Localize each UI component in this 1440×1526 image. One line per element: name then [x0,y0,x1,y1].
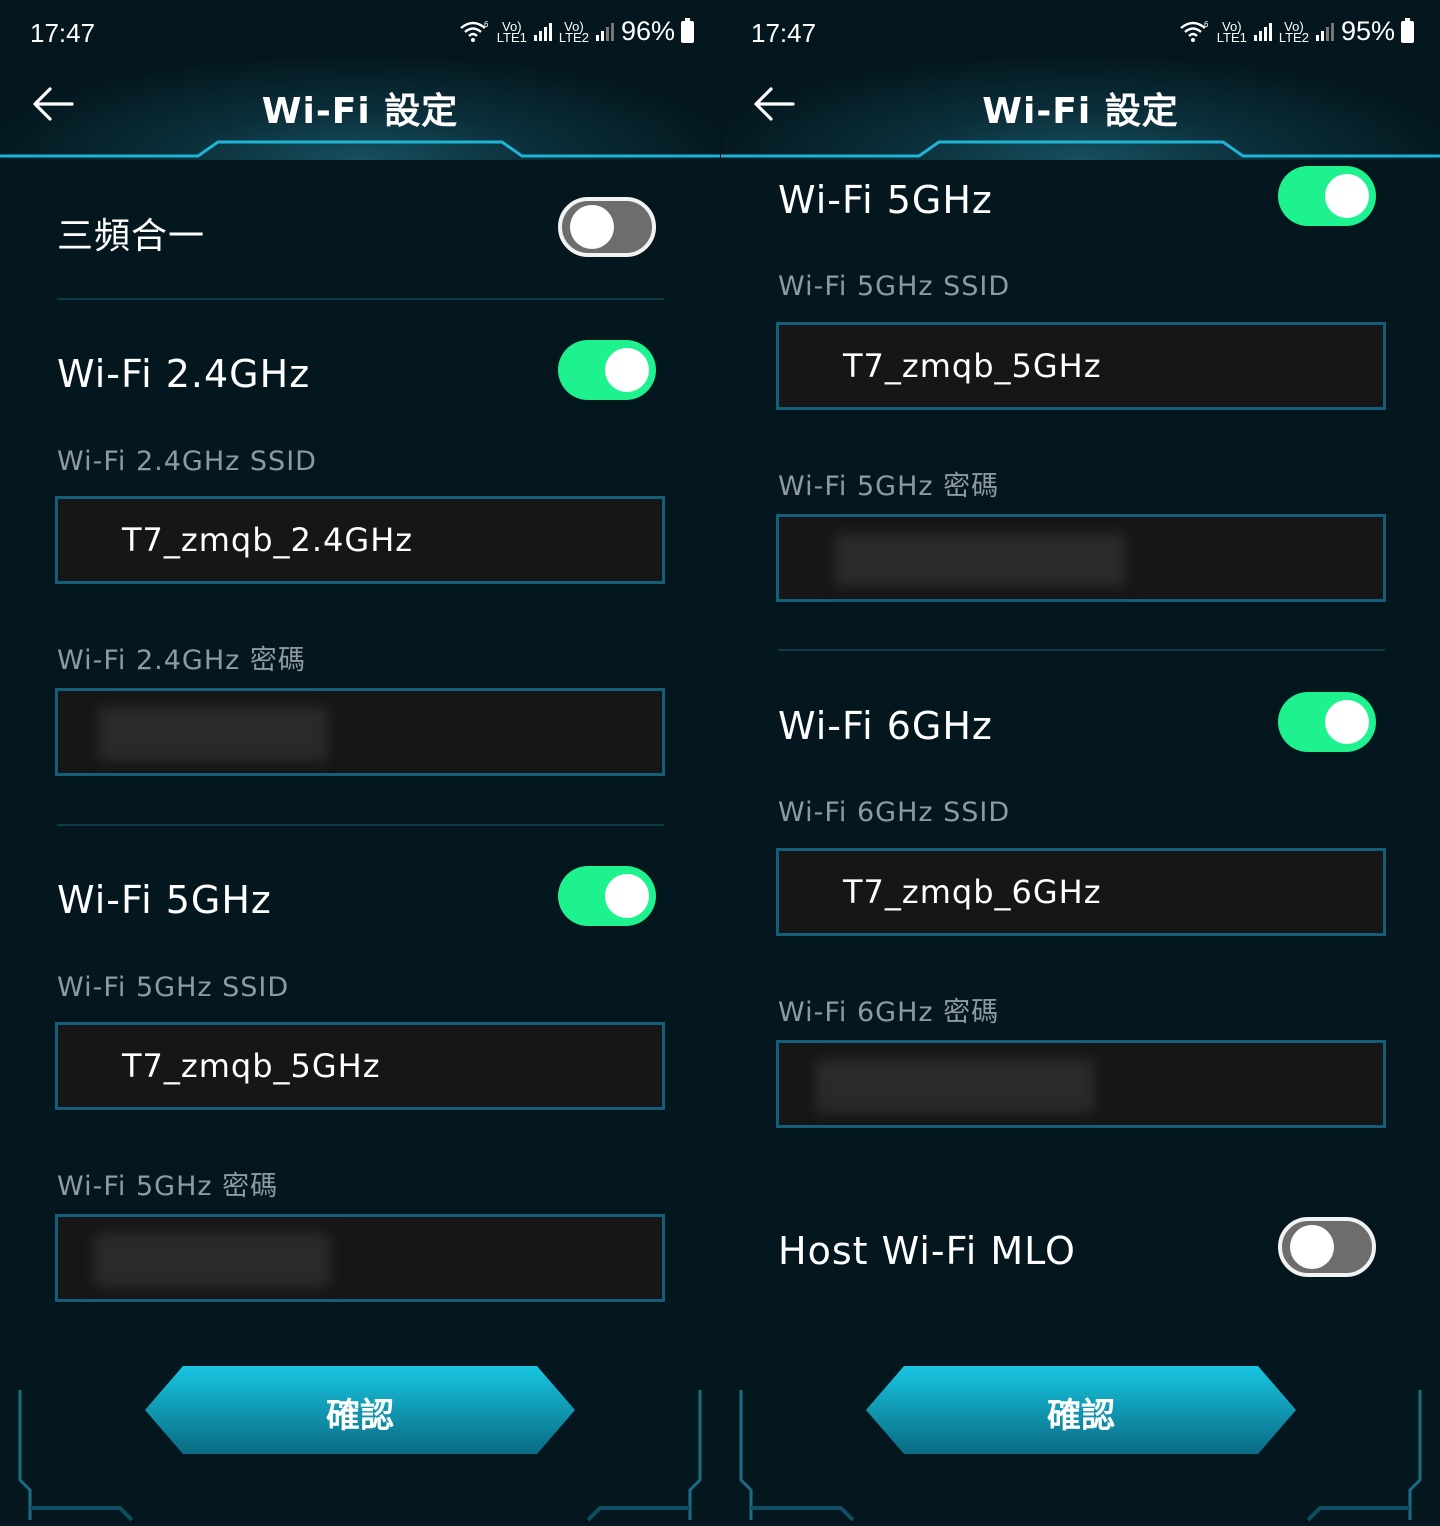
mlo-toggle[interactable] [1278,1217,1376,1277]
battery-percent: 96% [620,16,675,46]
wifi-24-password-input[interactable] [55,688,665,776]
app-header: Wi-Fi 設定 [0,60,720,160]
status-time: 17:47 [751,18,817,48]
tri-band-row: 三頻合一 [57,197,656,267]
wifi-5-label: Wi-Fi 5GHz [778,178,993,222]
svg-text:6: 6 [484,20,489,29]
header-divider [0,140,720,158]
wifi-24-ssid-label: Wi-Fi 2.4GHz SSID [57,446,317,477]
signal-icon [533,22,552,41]
volte-1-indicator: Vo) LTE1 [496,18,527,45]
wifi-5-toggle[interactable] [1278,166,1376,226]
wifi-5-password-input[interactable] [776,514,1386,602]
wifi-24-password-label: Wi-Fi 2.4GHz 密碼 [57,645,306,676]
wifi-6-toggle[interactable] [1278,692,1376,752]
wifi-5-toggle[interactable] [558,866,656,926]
battery-icon [1401,17,1414,43]
screen-right: 17:47 6 Vo) LTE1 Vo) LTE2 95% Wi-Fi 設定 W… [721,0,1440,1526]
wifi-24-label: Wi-Fi 2.4GHz [57,352,311,396]
confirm-button[interactable]: 確認 [145,1366,575,1454]
tri-band-label: 三頻合一 [57,216,206,257]
wifi-5-row: Wi-Fi 5GHz [57,866,656,936]
wifi-24-ssid-input[interactable]: T7_zmqb_2.4GHz [55,496,665,584]
wifi-5-ssid-input[interactable]: T7_zmqb_5GHz [55,1022,665,1110]
wifi-6-icon: 6 [1179,20,1209,42]
wifi-24-row: Wi-Fi 2.4GHz [57,340,656,410]
divider [57,824,664,826]
confirm-label: 確認 [1047,1396,1115,1436]
svg-text:6: 6 [1204,20,1209,29]
wifi-6-ssid-value: T7_zmqb_6GHz [843,873,1102,911]
wifi-5-ssid-input[interactable]: T7_zmqb_5GHz [776,322,1386,410]
volte-1-indicator: Vo) LTE1 [1216,18,1247,45]
wifi-24-toggle[interactable] [558,340,656,400]
divider [778,649,1385,651]
signal-icon [595,22,614,41]
wifi-6-label: Wi-Fi 6GHz [778,704,993,748]
page-title: Wi-Fi 設定 [982,91,1179,132]
mlo-row: Host Wi-Fi MLO [778,1217,1376,1287]
mlo-label: Host Wi-Fi MLO [778,1229,1076,1273]
wifi-5-password-label: Wi-Fi 5GHz 密碼 [57,1171,279,1202]
confirm-label: 確認 [326,1396,394,1436]
redacted-password [94,1233,330,1287]
confirm-button[interactable]: 確認 [866,1366,1296,1454]
wifi-6-password-label: Wi-Fi 6GHz 密碼 [778,997,1000,1028]
wifi-6-password-input[interactable] [776,1040,1386,1128]
divider [57,298,664,300]
volte-2-indicator: Vo) LTE2 [558,18,589,45]
status-icons: 6 Vo) LTE1 Vo) LTE2 95% [1179,16,1414,47]
wifi-5-ssid-label: Wi-Fi 5GHz SSID [778,271,1011,302]
redacted-password [98,707,328,761]
wifi-5-ssid-value: T7_zmqb_5GHz [843,347,1102,385]
wifi-6-icon: 6 [459,20,489,42]
wifi-6-ssid-input[interactable]: T7_zmqb_6GHz [776,848,1386,936]
signal-icon [1315,22,1334,41]
status-time: 17:47 [30,18,96,48]
screen-left: 17:47 6 Vo) LTE1 Vo) LTE2 96% Wi-Fi 設定 三… [0,0,720,1526]
battery-percent: 95% [1340,16,1395,46]
header-divider [721,140,1440,158]
wifi-5-ssid-label: Wi-Fi 5GHz SSID [57,972,290,1003]
status-icons: 6 Vo) LTE1 Vo) LTE2 96% [459,16,694,47]
tri-band-toggle[interactable] [558,197,656,257]
redacted-password [835,533,1125,587]
signal-icon [1253,22,1272,41]
redacted-password [815,1059,1095,1113]
wifi-6-ssid-label: Wi-Fi 6GHz SSID [778,797,1011,828]
wifi-5-label: Wi-Fi 5GHz [57,878,272,922]
wifi-5-password-input[interactable] [55,1214,665,1302]
battery-icon [681,17,694,43]
wifi-6-row: Wi-Fi 6GHz [778,692,1376,762]
wifi-5-ssid-value: T7_zmqb_5GHz [122,1047,381,1085]
page-title: Wi-Fi 設定 [261,91,459,132]
wifi-5-row: Wi-Fi 5GHz [778,166,1376,236]
app-header: Wi-Fi 設定 [721,60,1440,160]
wifi-5-password-label: Wi-Fi 5GHz 密碼 [778,471,1000,502]
wifi-24-ssid-value: T7_zmqb_2.4GHz [122,521,414,559]
volte-2-indicator: Vo) LTE2 [1278,18,1309,45]
